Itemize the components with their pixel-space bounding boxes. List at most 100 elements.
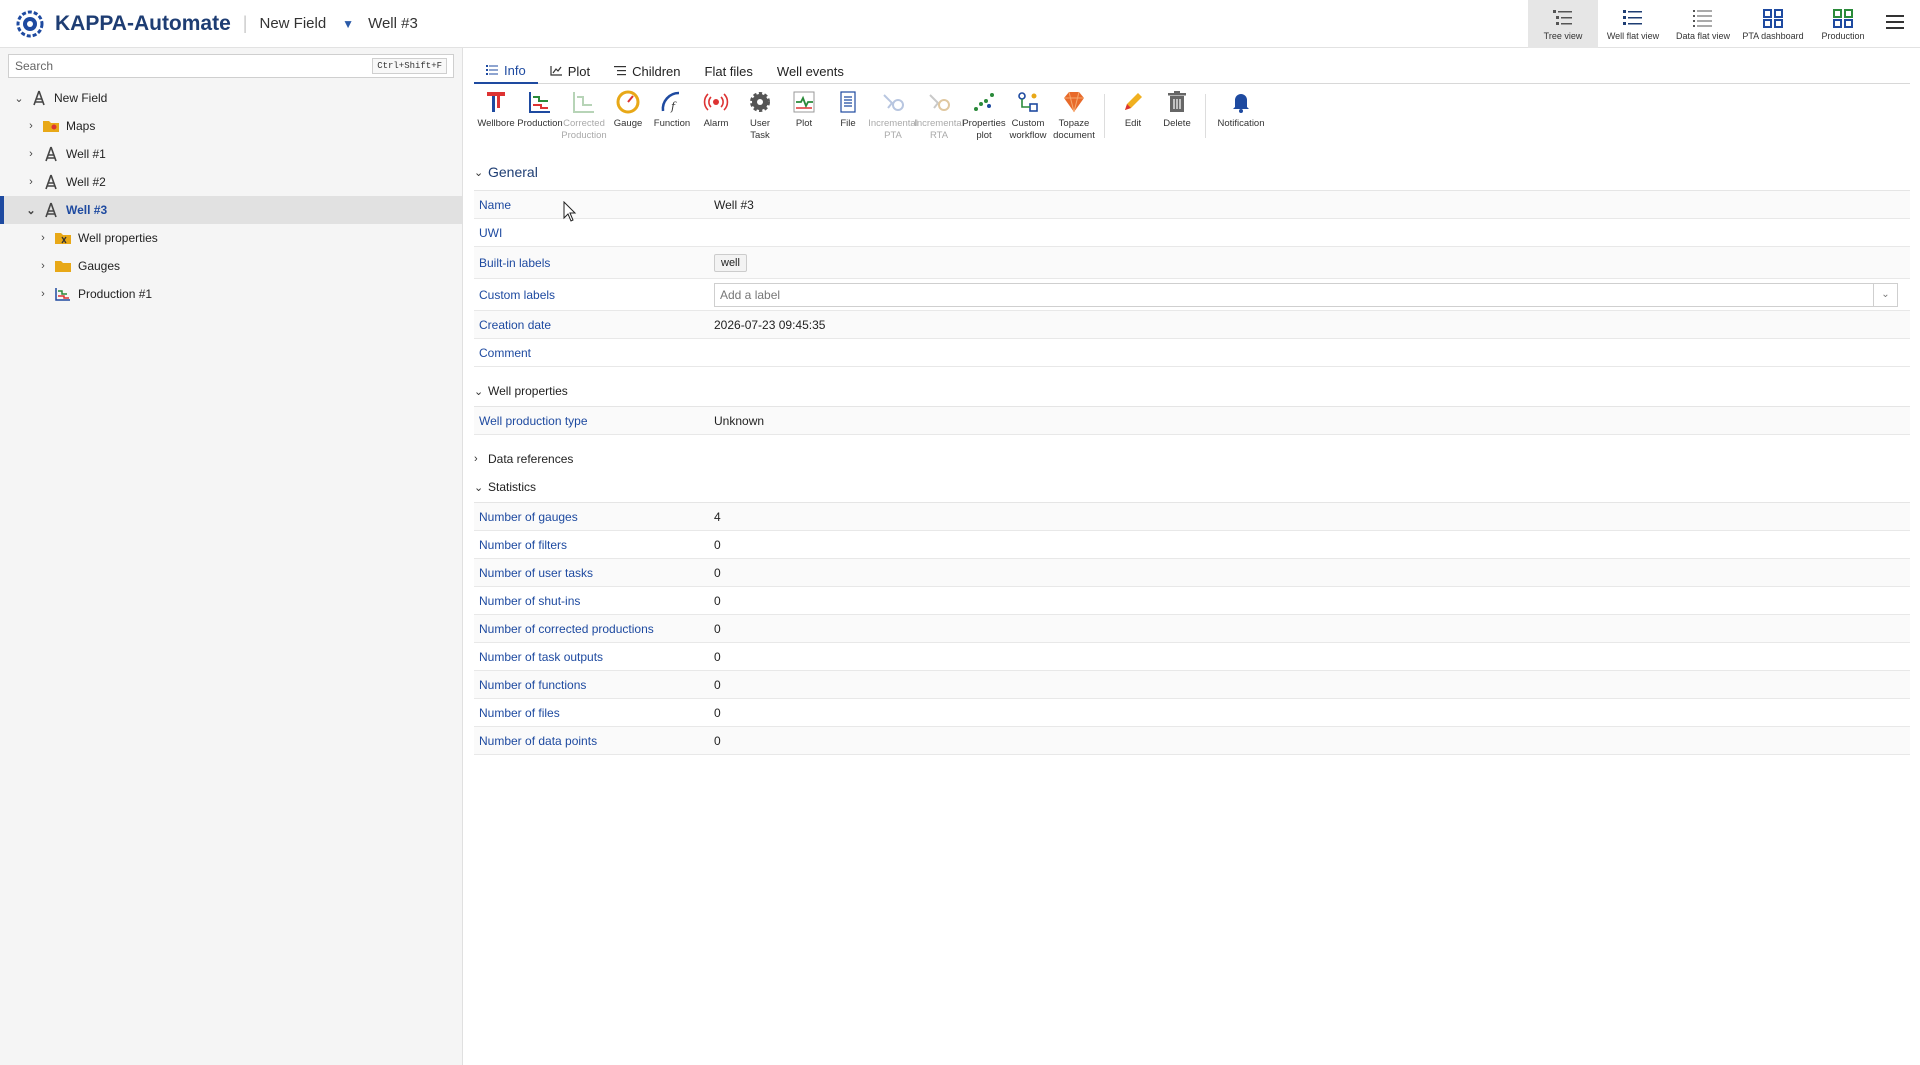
incremental-pta-icon bbox=[879, 88, 907, 116]
well-properties-list: Well production type Unknown bbox=[474, 406, 1910, 435]
add-function-button[interactable]: f Function bbox=[650, 88, 694, 148]
toolbar-divider bbox=[1104, 94, 1105, 138]
data-flat-view-label: Data flat view bbox=[1675, 30, 1731, 41]
label-badge: well bbox=[714, 253, 747, 272]
incremental-rta-icon bbox=[925, 88, 953, 116]
pta-dashboard-button[interactable]: PTA dashboard bbox=[1738, 0, 1808, 48]
topaze-document-button[interactable]: Topaze document bbox=[1050, 88, 1098, 148]
custom-labels-combobox: ⌄ bbox=[714, 282, 1898, 307]
line-chart-icon bbox=[550, 66, 562, 76]
tab-well-events[interactable]: Well events bbox=[765, 58, 856, 84]
add-file-button[interactable]: File bbox=[826, 88, 870, 148]
well-rig-icon bbox=[42, 146, 60, 162]
add-alarm-button[interactable]: Alarm bbox=[694, 88, 738, 148]
chevron-down-icon[interactable]: ⌄ bbox=[12, 91, 26, 105]
tree-view: ⌄ New Field › Maps › Well #1 › Well #2 ⌄… bbox=[0, 84, 462, 308]
tree-node-maps[interactable]: › Maps bbox=[0, 112, 462, 140]
tab-children[interactable]: Children bbox=[602, 58, 692, 84]
well-properties-folder-icon bbox=[54, 230, 72, 246]
property-row-custom-labels: Custom labels ⌄ bbox=[474, 279, 1910, 311]
data-flat-view-button[interactable]: Data flat view bbox=[1668, 0, 1738, 48]
chevron-right-icon[interactable]: › bbox=[24, 175, 38, 189]
tab-bar: Info Plot Children Flat files Well event… bbox=[474, 58, 1910, 84]
well-rig-icon bbox=[42, 174, 60, 190]
section-title: Data references bbox=[488, 452, 574, 466]
caret-down-icon[interactable]: ▼ bbox=[342, 17, 354, 31]
well-rig-icon bbox=[30, 90, 48, 106]
tree-node-label: Well #1 bbox=[66, 147, 106, 161]
well-flat-view-button[interactable]: Well flat view bbox=[1598, 0, 1668, 48]
tree-node-new-field[interactable]: ⌄ New Field bbox=[0, 84, 462, 112]
tree-node-well-2[interactable]: › Well #2 bbox=[0, 168, 462, 196]
search-input[interactable] bbox=[9, 55, 373, 77]
property-row-name: Name Well #3 bbox=[474, 191, 1910, 219]
add-corrected-production-button[interactable]: Corrected Production bbox=[561, 88, 607, 148]
add-wellbore-button[interactable]: Wellbore bbox=[474, 88, 518, 148]
add-plot-button[interactable]: Plot bbox=[782, 88, 826, 148]
children-list-icon bbox=[614, 66, 627, 76]
incremental-rta-button[interactable]: Incremental RTA bbox=[914, 88, 964, 148]
stat-row: Number of task outputs 0 bbox=[474, 643, 1910, 671]
tree-node-well-3[interactable]: ⌄ Well #3 bbox=[0, 196, 462, 224]
tree-view-button[interactable]: Tree view bbox=[1528, 0, 1598, 48]
chevron-right-icon[interactable]: › bbox=[36, 231, 50, 245]
chevron-right-icon[interactable]: › bbox=[24, 147, 38, 161]
tree-node-gauges[interactable]: › Gauges bbox=[0, 252, 462, 280]
add-gauge-button[interactable]: Gauge bbox=[606, 88, 650, 148]
chevron-down-icon: ⌄ bbox=[474, 166, 484, 179]
property-row-creation-date: Creation date 2026-07-23 09:45:35 bbox=[474, 311, 1910, 339]
property-row-production-type: Well production type Unknown bbox=[474, 407, 1910, 435]
chevron-down-icon: ⌄ bbox=[474, 385, 484, 398]
production-dashboard-button[interactable]: Production bbox=[1808, 0, 1878, 48]
tree-node-well-properties[interactable]: › Well properties bbox=[0, 224, 462, 252]
svg-text:f: f bbox=[670, 100, 677, 113]
chevron-right-icon: › bbox=[474, 453, 478, 465]
chevron-right-icon[interactable]: › bbox=[24, 119, 38, 133]
kappa-logo-icon[interactable] bbox=[13, 7, 47, 41]
tree-node-well-1[interactable]: › Well #1 bbox=[0, 140, 462, 168]
statistics-list: Number of gauges 4 Number of filters 0 Num… bbox=[474, 502, 1910, 755]
pta-dashboard-icon bbox=[1763, 8, 1783, 28]
custom-workflow-button[interactable]: Custom workflow bbox=[1006, 88, 1050, 148]
tab-plot[interactable]: Plot bbox=[538, 58, 602, 84]
statistics-section-header[interactable]: ⌄ Statistics bbox=[474, 480, 536, 494]
toolbar-divider bbox=[1205, 94, 1206, 138]
pencil-icon bbox=[1119, 88, 1147, 116]
production-dashboard-icon bbox=[1833, 8, 1853, 28]
trash-icon bbox=[1163, 88, 1191, 116]
header-separator: | bbox=[242, 13, 248, 33]
production-dashboard-label: Production bbox=[1821, 30, 1865, 41]
breadcrumb-field[interactable]: New Field bbox=[259, 15, 326, 32]
edit-button[interactable]: Edit bbox=[1111, 88, 1155, 148]
gear-icon bbox=[746, 88, 774, 116]
incremental-pta-button[interactable]: Incremental PTA bbox=[868, 88, 918, 148]
add-user-task-button[interactable]: User Task bbox=[738, 88, 782, 148]
tree-node-label: Gauges bbox=[78, 259, 121, 273]
chevron-right-icon[interactable]: › bbox=[36, 287, 50, 301]
chevron-down-icon[interactable]: ⌄ bbox=[1873, 283, 1897, 306]
chevron-right-icon[interactable]: › bbox=[36, 259, 50, 273]
breadcrumb-well[interactable]: Well #3 bbox=[368, 15, 418, 32]
tab-label: Well events bbox=[776, 63, 844, 79]
notification-button[interactable]: Notification bbox=[1212, 88, 1270, 148]
well-properties-section-header[interactable]: ⌄ Well properties bbox=[474, 384, 568, 398]
tab-info[interactable]: Info bbox=[474, 58, 538, 84]
delete-button[interactable]: Delete bbox=[1155, 88, 1199, 148]
general-section-header[interactable]: ⌄ General bbox=[474, 164, 538, 180]
data-references-section-header[interactable]: › Data references bbox=[474, 452, 573, 466]
tree-node-production-1[interactable]: › Production #1 bbox=[0, 280, 462, 308]
bell-icon bbox=[1227, 88, 1255, 116]
chevron-down-icon[interactable]: ⌄ bbox=[24, 203, 38, 217]
function-icon: f bbox=[658, 88, 686, 116]
tab-flat-files[interactable]: Flat files bbox=[693, 58, 765, 84]
property-row-comment: Comment bbox=[474, 339, 1910, 367]
add-label-input[interactable] bbox=[715, 283, 1873, 306]
menu-icon[interactable] bbox=[1886, 15, 1904, 31]
section-title: General bbox=[488, 164, 538, 180]
production-icon bbox=[54, 286, 72, 302]
app-title[interactable]: KAPPA-Automate bbox=[55, 12, 231, 36]
gauge-icon bbox=[614, 88, 642, 116]
properties-plot-button[interactable]: Properties plot bbox=[962, 88, 1006, 148]
stat-row: Number of functions 0 bbox=[474, 671, 1910, 699]
add-production-button[interactable]: Production bbox=[517, 88, 563, 148]
